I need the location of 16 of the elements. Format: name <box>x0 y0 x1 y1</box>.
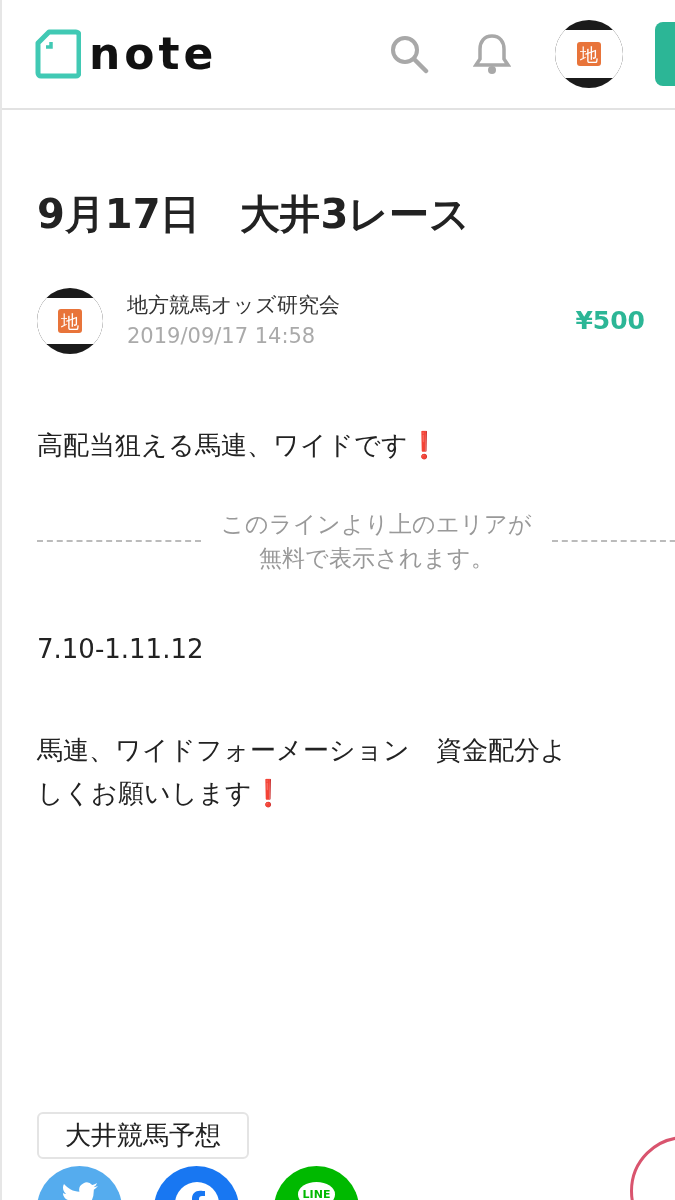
note-logo-icon[interactable] <box>35 29 81 79</box>
post-button[interactable] <box>655 22 675 86</box>
tag-chip[interactable]: 大井競馬予想 <box>37 1112 249 1159</box>
search-icon[interactable] <box>389 34 429 74</box>
logo-text[interactable]: note <box>89 32 218 76</box>
author-avatar: 地 <box>37 288 103 354</box>
paywall-notice: このラインより上のエリアが 無料で表示されます。 <box>220 509 532 574</box>
article-title: 9月17日 大井3レース <box>37 190 472 238</box>
body-paragraph: 7.10-1.11.12 <box>37 632 205 666</box>
price-label: ¥500 <box>575 305 645 338</box>
post-date: 2019/09/17 14:58 <box>127 323 317 350</box>
intro-text: 高配当狙える馬連、ワイドです❗ <box>37 429 441 462</box>
body-paragraph: 馬連、ワイドフォーメーション 資金配分よ しくお願いします❗ <box>37 733 568 810</box>
author-name[interactable]: 地方競馬オッズ研究会 <box>127 289 340 321</box>
notification-bell-icon[interactable] <box>473 33 511 75</box>
line-label: LINE <box>297 1182 336 1200</box>
